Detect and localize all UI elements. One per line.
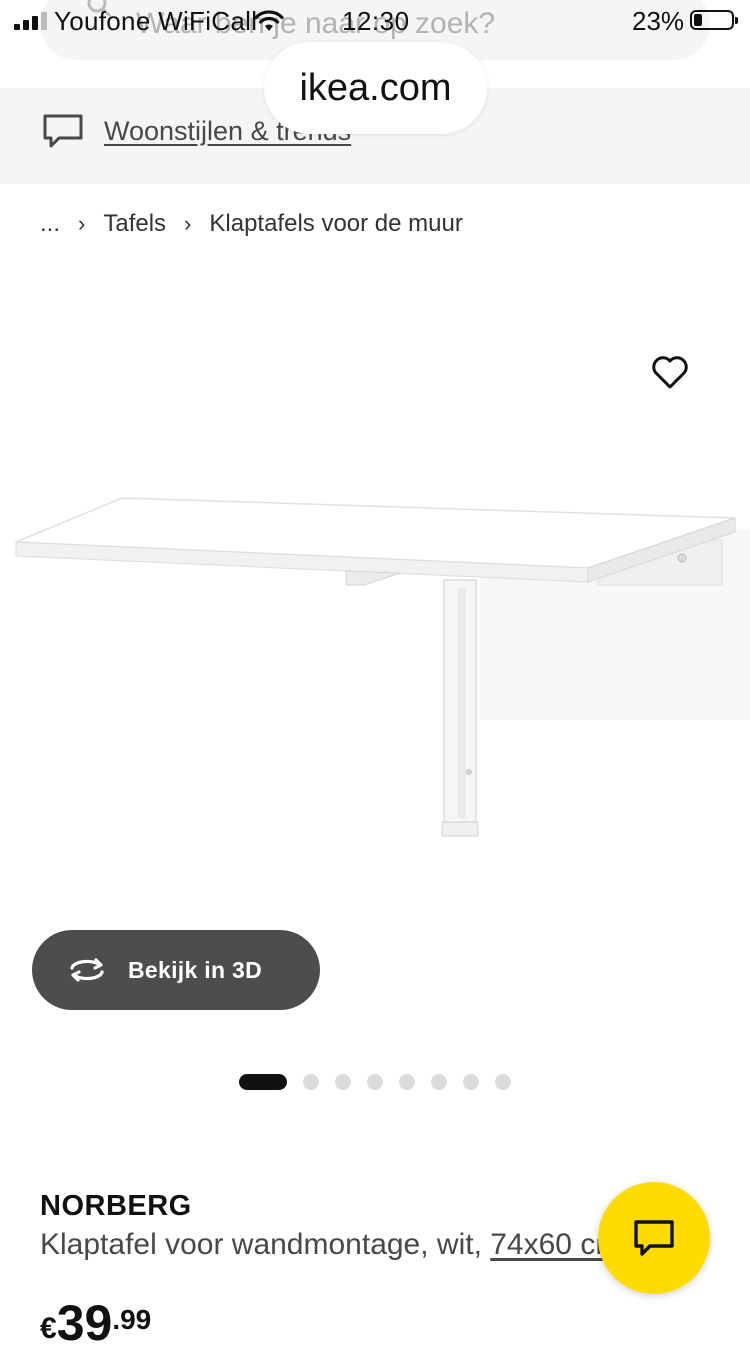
product-description-text: Klaptafel voor wandmontage, wit,	[40, 1228, 491, 1261]
rotate-3d-icon	[70, 958, 104, 982]
carrier-name: Youfone WiFiCall	[54, 6, 258, 36]
status-time: 12:30	[342, 6, 410, 36]
carousel-dot[interactable]	[335, 1074, 351, 1090]
cellular-signal-icon	[14, 12, 47, 30]
product-price: € 39 .99	[40, 1298, 151, 1348]
product-image[interactable]	[0, 250, 750, 920]
chat-icon	[634, 1220, 674, 1256]
carousel-dot[interactable]	[303, 1074, 319, 1090]
url-bar[interactable]: ikea.com	[264, 42, 487, 134]
carousel-dot[interactable]	[239, 1074, 287, 1090]
carousel-dot[interactable]	[367, 1074, 383, 1090]
carousel-dot[interactable]	[399, 1074, 415, 1090]
carousel-dot[interactable]	[463, 1074, 479, 1090]
breadcrumb: ... › Tafels › Klaptafels voor de muur	[40, 210, 463, 238]
view-3d-button[interactable]: Bekijk in 3D	[32, 930, 320, 1010]
carousel-pagination	[239, 1074, 527, 1090]
chat-button[interactable]	[598, 1182, 710, 1294]
chevron-right-icon: ›	[184, 211, 192, 236]
speech-bubble-icon	[43, 114, 83, 148]
price-currency: €	[40, 1312, 57, 1345]
breadcrumb-klaptafels[interactable]: Klaptafels voor de muur	[209, 210, 462, 238]
battery-icon	[690, 10, 738, 30]
carousel-dot[interactable]	[495, 1074, 511, 1090]
status-bar: Youfone WiFiCall 12:30 23%	[0, 0, 750, 44]
wifi-icon	[254, 10, 284, 31]
price-integer: 39	[56, 1295, 113, 1351]
heart-icon[interactable]	[650, 352, 690, 392]
chevron-right-icon: ›	[78, 211, 86, 236]
carousel-dot[interactable]	[431, 1074, 447, 1090]
battery-percentage: 23%	[632, 6, 685, 36]
product-description: Klaptafel voor wandmontage, wit, 74x60 c…	[40, 1228, 620, 1262]
breadcrumb-ellipsis[interactable]: ...	[40, 210, 60, 238]
price-decimals: .99	[112, 1304, 152, 1335]
product-name: NORBERG	[40, 1190, 192, 1222]
breadcrumb-tafels[interactable]: Tafels	[103, 210, 166, 238]
view-3d-label: Bekijk in 3D	[128, 956, 262, 983]
